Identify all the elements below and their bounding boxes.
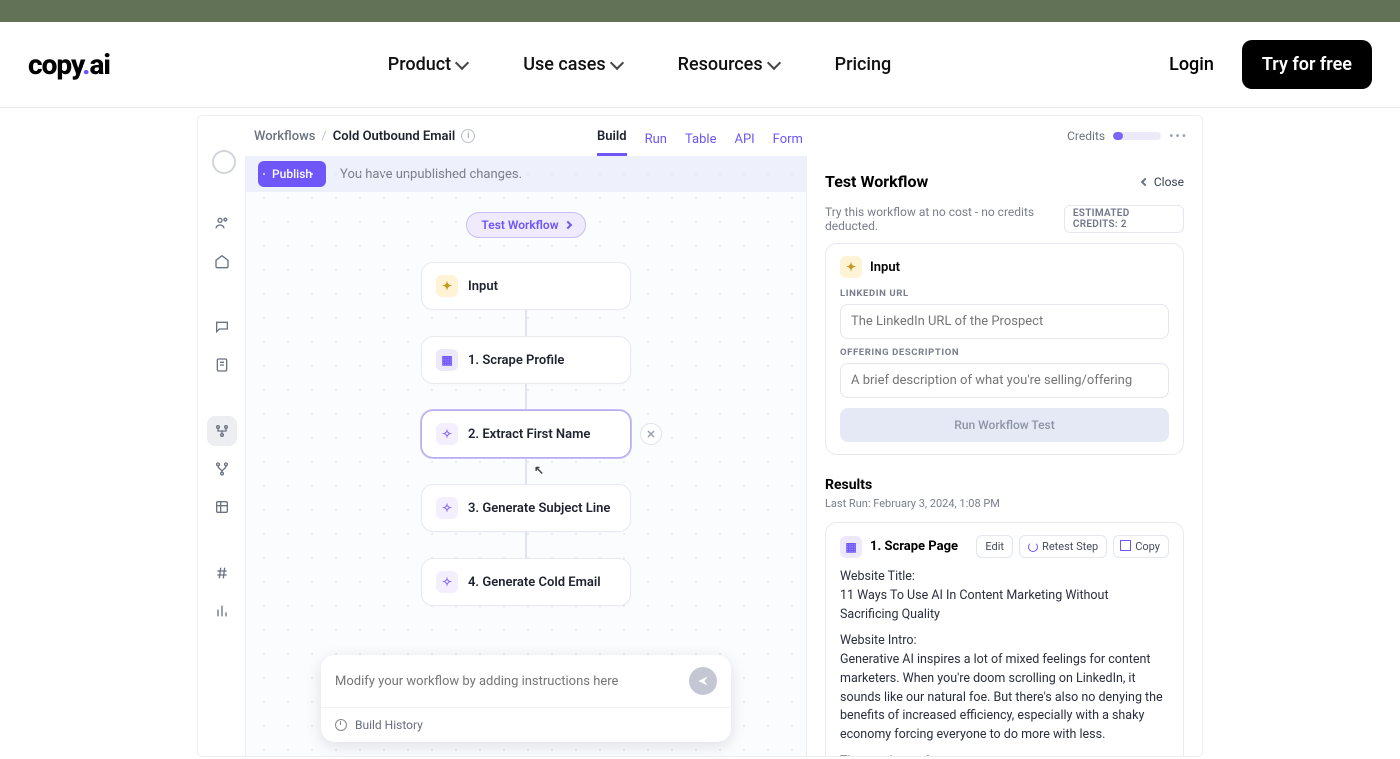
page-icon: ▦ xyxy=(840,536,862,558)
nav-pricing[interactable]: Pricing xyxy=(835,54,892,75)
breadcrumb-current: Cold Outbound Email xyxy=(333,129,455,144)
sidebar-team-icon[interactable] xyxy=(207,208,237,238)
canvas[interactable]: Publish You have unpublished changes. Te… xyxy=(246,156,806,756)
page-icon: ▦ xyxy=(436,349,458,371)
sparkle-icon: ✦ xyxy=(436,275,458,297)
credits-widget: Credits ••• xyxy=(1067,129,1188,143)
connector xyxy=(525,532,527,558)
chevron-down-icon xyxy=(610,55,624,69)
sidebar-chat-icon[interactable] xyxy=(207,312,237,342)
connector xyxy=(525,384,527,410)
node-input[interactable]: ✦ Input xyxy=(421,262,631,310)
result-body: Website Title:11 Ways To Use AI In Conte… xyxy=(840,568,1169,756)
sidebar-branch-icon[interactable] xyxy=(207,454,237,484)
browser-chrome-strip xyxy=(0,0,1400,22)
field-label-linkedin: LINKEDIN URL xyxy=(840,288,1169,299)
credits-label: Credits xyxy=(1067,129,1105,143)
retest-step-button[interactable]: Retest Step xyxy=(1019,535,1107,558)
sidebar-doc-icon[interactable] xyxy=(207,350,237,380)
sparkle-icon: ✧ xyxy=(436,571,458,593)
logo-text-suffix: ai xyxy=(89,48,110,81)
node-generate-email[interactable]: ✧ 4. Generate Cold Email xyxy=(421,558,631,606)
sidebar xyxy=(198,156,246,756)
nav-usecases[interactable]: Use cases xyxy=(523,54,621,75)
test-panel-title: Test Workflow xyxy=(825,172,928,191)
result-title: 1. Scrape Page xyxy=(870,539,958,554)
linkedin-url-input[interactable] xyxy=(840,304,1169,339)
arrow-right-icon xyxy=(563,221,571,229)
test-workflow-pill[interactable]: Test Workflow xyxy=(466,212,585,238)
delete-node-icon[interactable]: ✕ xyxy=(640,423,662,445)
arrow-icon xyxy=(1141,177,1149,185)
cursor-icon: ↖ xyxy=(534,463,544,477)
node-label: 2. Extract First Name xyxy=(468,427,590,442)
tab-table[interactable]: Table xyxy=(685,132,716,156)
main-nav: Product Use cases Resources Pricing xyxy=(388,54,891,75)
refresh-icon xyxy=(1028,542,1038,552)
login-link[interactable]: Login xyxy=(1169,54,1214,75)
nav-product[interactable]: Product xyxy=(388,54,467,75)
tab-api[interactable]: API xyxy=(734,132,754,156)
history-label: Build History xyxy=(355,718,423,732)
test-panel-subtext: Try this workflow at no cost - no credit… xyxy=(825,205,1064,233)
sidebar-analytics-icon[interactable] xyxy=(207,596,237,626)
tab-run[interactable]: Run xyxy=(645,132,667,156)
connector xyxy=(525,458,527,484)
field-label-offering: OFFERING DESCRIPTION xyxy=(840,347,1169,358)
logo[interactable]: copy.ai xyxy=(28,48,110,81)
input-card: ✦ Input LINKEDIN URL OFFERING DESCRIPTIO… xyxy=(825,243,1184,455)
clock-icon xyxy=(335,719,347,731)
send-button[interactable] xyxy=(689,667,717,695)
prompt-input[interactable] xyxy=(335,674,679,689)
header-right: Login Try for free xyxy=(1169,40,1372,89)
logo-text: copy xyxy=(28,48,82,81)
copy-icon xyxy=(1122,542,1131,551)
more-icon[interactable]: ••• xyxy=(1169,129,1188,143)
tab-form[interactable]: Form xyxy=(773,132,803,156)
close-panel-button[interactable]: Close xyxy=(1142,175,1184,189)
app-topbar: Workflows / Cold Outbound Email i Build … xyxy=(198,116,1202,156)
sidebar-hash-icon[interactable] xyxy=(207,558,237,588)
chevron-down-icon xyxy=(455,55,469,69)
site-header: copy.ai Product Use cases Resources Pric… xyxy=(0,22,1400,108)
run-workflow-test-button[interactable]: Run Workflow Test xyxy=(840,408,1169,442)
sparkle-icon: ✧ xyxy=(436,423,458,445)
app-frame: Workflows / Cold Outbound Email i Build … xyxy=(198,116,1202,756)
avatar[interactable] xyxy=(212,150,236,174)
nav-resources[interactable]: Resources xyxy=(678,54,779,75)
sparkle-icon: ✧ xyxy=(436,497,458,519)
node-extract-first-name[interactable]: ✧ 2. Extract First Name ✕ ↖ xyxy=(421,410,631,458)
try-free-button[interactable]: Try for free xyxy=(1242,40,1372,89)
estimated-credits-badge: ESTIMATED CREDITS: 2 xyxy=(1064,205,1184,233)
sidebar-home-icon[interactable] xyxy=(207,246,237,276)
chevron-down-icon xyxy=(767,55,781,69)
copy-step-button[interactable]: Copy xyxy=(1113,535,1169,558)
results-heading: Results xyxy=(825,477,1184,493)
flow-column: Test Workflow ✦ Input ▦ 1. Scrape Profil… xyxy=(421,212,631,606)
sidebar-grid-icon[interactable] xyxy=(207,492,237,522)
edit-step-button[interactable]: Edit xyxy=(976,535,1013,558)
prompt-panel: Build History xyxy=(321,655,731,742)
last-run-text: Last Run: February 3, 2024, 1:08 PM xyxy=(825,497,1184,510)
info-icon[interactable]: i xyxy=(461,129,475,143)
workflow-tabs: Build Run Table API Form xyxy=(597,116,803,156)
node-label: 1. Scrape Profile xyxy=(468,353,564,368)
node-label: 4. Generate Cold Email xyxy=(468,575,601,590)
sidebar-workflow-icon[interactable] xyxy=(207,416,237,446)
connector xyxy=(525,310,527,336)
node-scrape-profile[interactable]: ▦ 1. Scrape Profile xyxy=(421,336,631,384)
credits-meter xyxy=(1113,132,1161,140)
node-generate-subject[interactable]: ✧ 3. Generate Subject Line xyxy=(421,484,631,532)
sparkle-icon: ✦ xyxy=(840,256,862,278)
test-panel: Test Workflow Close Try this workflow at… xyxy=(806,156,1202,756)
result-card: ▦ 1. Scrape Page Edit Retest Step Copy W… xyxy=(825,522,1184,756)
build-history-button[interactable]: Build History xyxy=(321,707,731,742)
breadcrumb-root[interactable]: Workflows xyxy=(254,129,315,144)
offering-description-input[interactable] xyxy=(840,363,1169,398)
input-card-title: Input xyxy=(870,260,900,275)
node-label: 3. Generate Subject Line xyxy=(468,501,610,516)
node-label: Input xyxy=(468,279,498,294)
breadcrumb: Workflows / Cold Outbound Email i xyxy=(254,129,475,144)
tab-build[interactable]: Build xyxy=(597,129,627,156)
